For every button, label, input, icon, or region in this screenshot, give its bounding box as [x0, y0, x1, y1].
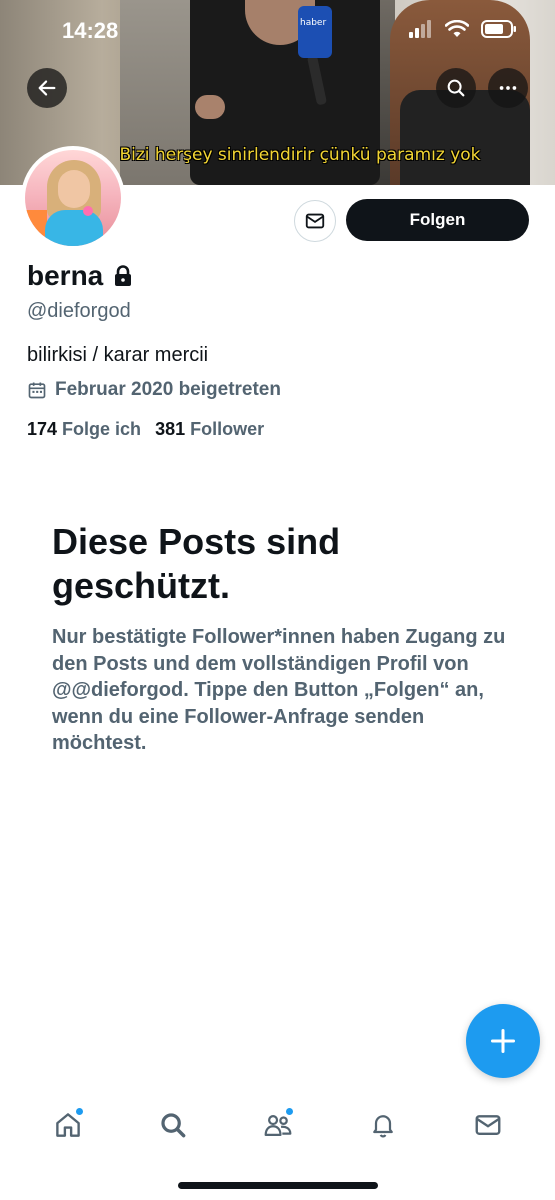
- display-name: berna: [27, 260, 104, 291]
- status-time: 14:28: [62, 18, 119, 43]
- lock-icon: [115, 265, 132, 286]
- arrow-left-icon: [38, 80, 56, 96]
- message-button[interactable]: [294, 200, 336, 242]
- wifi-icon: [445, 20, 469, 37]
- protected-title: Diese Posts sind geschützt.: [52, 521, 341, 606]
- following-link[interactable]: 174 Folge ich: [27, 419, 141, 440]
- more-icon: [499, 86, 517, 90]
- following-label: Folge ich: [62, 419, 142, 439]
- nav-home[interactable]: [38, 1095, 98, 1155]
- following-count: 174: [27, 419, 58, 439]
- followers-link[interactable]: 381 Follower: [155, 419, 264, 440]
- home-notification-dot: [74, 1107, 84, 1116]
- profile-bio: bilirkisi / karar mercii: [27, 344, 209, 366]
- calendar-icon: [28, 382, 46, 399]
- compose-post-button[interactable]: [466, 1004, 540, 1078]
- plus-icon: [490, 1028, 516, 1054]
- name-row: berna: [27, 260, 133, 292]
- home-indicator: [178, 1182, 378, 1189]
- avatar-image: [25, 150, 121, 246]
- protected-body: Nur bestätigte Follower*innen haben Zuga…: [52, 626, 506, 754]
- bell-icon: [372, 1115, 393, 1138]
- search-icon: [447, 79, 465, 97]
- battery-icon: [481, 20, 516, 38]
- banner-mic-label: haber: [300, 18, 327, 28]
- joined-date: Februar 2020 beigetreten: [27, 379, 281, 401]
- nav-communities[interactable]: [248, 1095, 308, 1155]
- bottom-nav: [0, 1090, 555, 1160]
- followers-label: Follower: [190, 419, 265, 439]
- search-icon: [160, 1113, 185, 1138]
- status-icons: [409, 20, 517, 38]
- banner-person-hand: [195, 95, 225, 119]
- nav-search[interactable]: [143, 1095, 203, 1155]
- mail-icon: [475, 1115, 500, 1135]
- nav-messages[interactable]: [458, 1095, 518, 1155]
- banner-microphone: [298, 6, 332, 58]
- mail-icon: [305, 213, 325, 229]
- cellular-signal-icon: [409, 20, 431, 38]
- search-button[interactable]: [436, 68, 476, 108]
- followers-count: 381: [155, 419, 186, 439]
- communities-notification-dot: [284, 1107, 294, 1116]
- back-button[interactable]: [27, 68, 67, 108]
- joined-label: Februar 2020 beigetreten: [55, 379, 281, 400]
- follow-button[interactable]: Folgen: [346, 199, 529, 241]
- more-button[interactable]: [488, 68, 528, 108]
- follow-stats: 174 Folge ich 381 Follower: [27, 419, 264, 440]
- avatar[interactable]: [21, 146, 125, 250]
- profile-handle: @dieforgod: [27, 300, 131, 322]
- nav-notifications[interactable]: [353, 1095, 413, 1155]
